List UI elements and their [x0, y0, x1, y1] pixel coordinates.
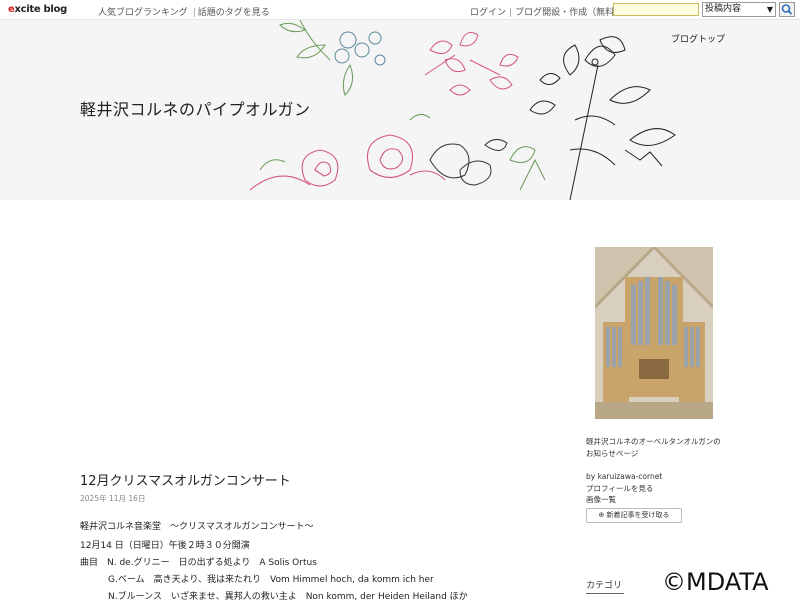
post-date: 2025年 11月 16日: [80, 494, 146, 503]
popular-ranking-link[interactable]: 人気ブログランキング: [98, 8, 188, 18]
post-line: N.ブルーンス いざ来ませ、異邦人の救い主よ Non komm, der Hei…: [108, 592, 468, 600]
link-separator: |: [192, 8, 196, 18]
search-button[interactable]: [779, 2, 795, 17]
author-byline: by karuizawa-cornet: [586, 472, 663, 481]
top-navigation-bar: excite blog 人気ブログランキング | 話題のタグを見る ログイン | ブログ…: [0, 0, 800, 20]
account-links: ログイン | ブログ開設・作成（無料）: [470, 5, 623, 18]
profile-link[interactable]: プロフィールを見る: [586, 483, 653, 494]
rss-icon: ⊕: [598, 511, 607, 519]
blog-description: 軽井沢コルネのオーベルタンオルガンのお知らせページ: [586, 437, 721, 458]
search-scope-value: 投稿内容: [705, 4, 742, 14]
login-link[interactable]: ログイン: [470, 8, 506, 18]
top-links: 人気ブログランキング | 話題のタグを見る: [98, 5, 272, 18]
blog-title[interactable]: 軽井沢コルネのパイプオルガン: [80, 96, 311, 120]
image-list-link[interactable]: 画像一覧: [586, 494, 616, 505]
follow-button[interactable]: ⊕ 新着記事を受け取る: [586, 508, 682, 523]
post-line: 軽井沢コルネ音楽堂 ～クリスマスオルガンコンサート～: [80, 522, 314, 532]
blog-header: 軽井沢コルネのパイプオルガン ブログトップ: [0, 20, 800, 200]
post-title[interactable]: 12月クリスマスオルガンコンサート: [80, 470, 291, 489]
excite-blog-logo[interactable]: excite blog: [8, 4, 67, 15]
watermark: ©MDATA: [662, 568, 769, 596]
search-scope-select[interactable]: 投稿内容 ▼: [702, 2, 776, 17]
category-heading: カテゴリ: [586, 578, 624, 594]
create-blog-link[interactable]: ブログ開設・作成（無料）: [515, 8, 623, 18]
search-icon: [781, 4, 793, 15]
pipe-organ-photo: [595, 247, 713, 419]
floral-illustration: [249, 20, 676, 200]
organ-image: [595, 247, 713, 419]
link-separator: |: [509, 8, 513, 18]
chevron-down-icon: ▼: [766, 5, 773, 14]
logo-text: xcite blog: [14, 4, 67, 15]
post-line: G.ベーム 高き天より、我は来たれり Vom Himmel hoch, da k…: [108, 575, 434, 585]
follow-button-label: 新着記事を受け取る: [606, 511, 670, 519]
post-line: 12月14 日（日曜日）午後２時３０分開演: [80, 541, 250, 551]
blog-top-link[interactable]: ブログトップ: [671, 32, 725, 45]
trending-tags-link[interactable]: 話題のタグを見る: [198, 8, 270, 18]
search-input[interactable]: [613, 3, 699, 16]
post-line: 曲目 N. de.グリニー 日の出ずる処より A Solis Ortus: [80, 558, 317, 568]
